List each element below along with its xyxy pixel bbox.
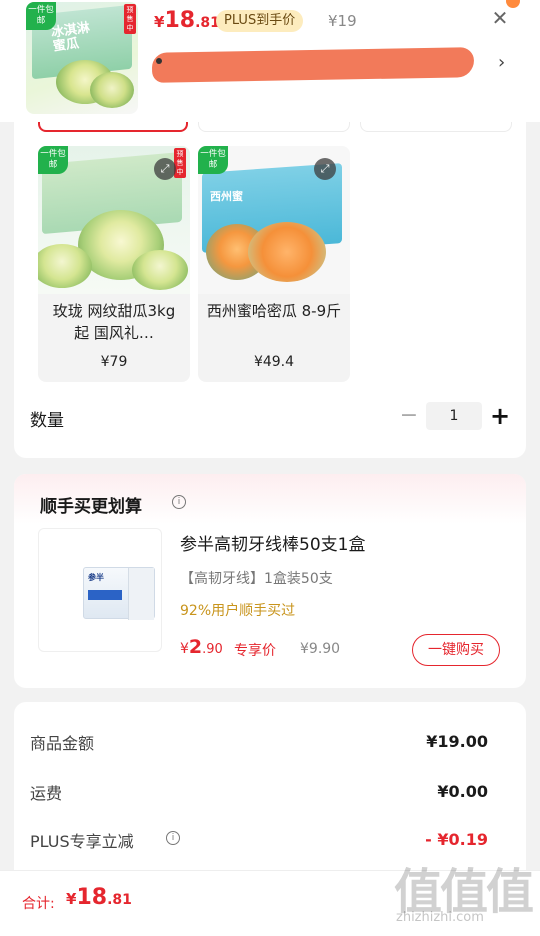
- addon-price: ¥2.90: [180, 636, 223, 658]
- cost-row-shipping: 运费 ¥0.00: [14, 776, 526, 806]
- addon-original-price: ¥9.90: [300, 641, 341, 657]
- one-click-buy-button[interactable]: 一键购买: [412, 634, 500, 666]
- price-currency: ¥: [180, 641, 189, 657]
- floss-box-image: 参半: [83, 567, 155, 620]
- expand-icon[interactable]: ⤢: [314, 158, 336, 180]
- variant-price: ¥79: [100, 354, 128, 370]
- variant-card-muskmelon[interactable]: 一件包邮 预售中 ⤢ 玫珑 网纹甜瓜3kg起 国风礼… ¥79: [38, 146, 190, 382]
- expand-icon[interactable]: ⤢: [154, 158, 176, 180]
- original-price: ¥19: [328, 12, 357, 30]
- close-icon[interactable]: ✕: [488, 6, 512, 30]
- header-price: ¥18.81: [154, 8, 220, 33]
- addon-social-proof: 92%用户顺手买过: [180, 603, 296, 619]
- cost-label: 运费: [30, 784, 63, 803]
- addon-recommendation-panel: 顺手买更划算 i 参半 参半高韧牙线棒50支1盒 【高韧牙线】1盒装50支 92…: [14, 474, 526, 688]
- box-brand: 参半: [88, 573, 104, 582]
- cost-value: ¥19.00: [426, 732, 488, 751]
- melon-slice-image: [248, 222, 326, 282]
- product-summary-header: 冰淇淋蜜瓜 一件包邮 预售中 ¥18.81 PLUS到手价 ¥19 ✕ ›: [0, 0, 540, 122]
- melon-slice-image: [132, 250, 188, 290]
- price-decimal: .81: [107, 892, 132, 908]
- cost-label: 商品金额: [30, 734, 95, 753]
- addon-product-image[interactable]: 参半: [38, 528, 162, 652]
- redacted-address-bar[interactable]: [151, 47, 475, 83]
- cost-value: ¥0.00: [437, 782, 488, 801]
- exclusive-price-label: 专享价: [234, 643, 276, 659]
- free-shipping-tag: 一件包邮: [26, 2, 56, 30]
- price-integer: 18: [76, 885, 108, 910]
- variant-image: 一件包邮 预售中 ⤢: [38, 146, 190, 294]
- variant-name: 西州蜜哈密瓜 8-9斤: [206, 302, 342, 320]
- box-side: [128, 568, 154, 620]
- variant-price: ¥49.4: [253, 354, 295, 370]
- info-icon[interactable]: i: [166, 831, 180, 845]
- total-label: 合计:: [22, 896, 55, 912]
- cost-label: PLUS专享立减: [30, 832, 134, 851]
- cost-row-subtotal: 商品金额 ¥19.00: [14, 726, 526, 756]
- addon-title: 顺手买更划算: [40, 497, 142, 517]
- presale-tag: 预售中: [124, 4, 136, 34]
- price-currency: ¥: [154, 13, 165, 31]
- addon-product-name[interactable]: 参半高韧牙线棒50支1盒: [180, 530, 365, 555]
- quantity-decrease-button[interactable]: −: [398, 402, 420, 430]
- cost-row-plus-discount: PLUS专享立减 i - ¥0.19: [14, 824, 526, 854]
- price-integer: 18: [164, 8, 196, 33]
- chevron-right-icon[interactable]: ›: [498, 52, 505, 73]
- price-integer: 2: [188, 636, 203, 658]
- melon-image: [90, 72, 134, 108]
- quantity-increase-button[interactable]: +: [488, 401, 512, 431]
- free-shipping-tag: 一件包邮: [38, 146, 68, 174]
- box-text: 西州蜜: [210, 190, 243, 203]
- plus-price-badge: PLUS到手价: [216, 10, 304, 32]
- variant-card-hami-melon[interactable]: 西州蜜 一件包邮 ⤢ 西州蜜哈密瓜 8-9斤 ¥49.4: [198, 146, 350, 382]
- location-marker: [156, 58, 162, 64]
- variant-name: 玫珑 网纹甜瓜3kg起 国风礼…: [52, 302, 176, 342]
- variant-image: 西州蜜 一件包邮 ⤢: [198, 146, 350, 294]
- checkout-footer: 合计: ¥18.81: [0, 870, 540, 936]
- info-icon[interactable]: i: [172, 495, 186, 509]
- total-price: ¥18.81: [66, 885, 132, 910]
- price-currency: ¥: [66, 890, 77, 908]
- spec-selection-panel: 一件包邮 预售中 ⤢ 玫珑 网纹甜瓜3kg起 国风礼… ¥79 西州蜜 一件包邮…: [14, 112, 526, 458]
- cost-breakdown-panel: 商品金额 ¥19.00 运费 ¥0.00 PLUS专享立减 i - ¥0.19: [14, 702, 526, 892]
- addon-product-description: 【高韧牙线】1盒装50支: [180, 571, 333, 587]
- thumbnail-box-text: 冰淇淋蜜瓜: [50, 20, 91, 55]
- presale-tag: 预售中: [174, 148, 186, 178]
- box-label: [88, 590, 122, 600]
- price-decimal: .90: [202, 642, 223, 657]
- cost-value: - ¥0.19: [425, 830, 488, 849]
- free-shipping-tag: 一件包邮: [198, 146, 228, 174]
- product-thumbnail[interactable]: 冰淇淋蜜瓜 一件包邮 预售中: [26, 2, 138, 114]
- quantity-label: 数量: [30, 411, 64, 431]
- quantity-input[interactable]: 1: [426, 402, 482, 430]
